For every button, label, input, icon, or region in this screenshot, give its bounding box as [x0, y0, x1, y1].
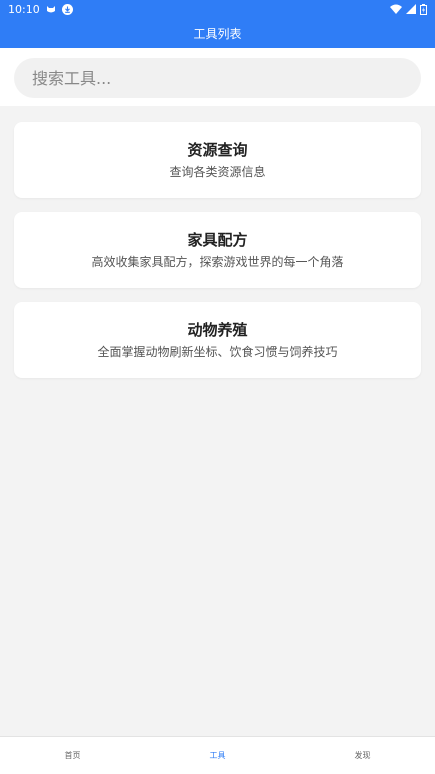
tool-card-resource-query[interactable]: 资源查询 查询各类资源信息	[14, 122, 421, 198]
bottom-nav: 首页 工具 发现	[0, 736, 435, 774]
nav-item-label: 工具	[209, 751, 226, 760]
battery-icon	[420, 3, 427, 15]
tool-card-title: 家具配方	[187, 231, 248, 249]
nav-item-discover[interactable]: 发现	[290, 737, 435, 774]
status-bar: 10:10	[0, 0, 435, 18]
tool-card-description: 查询各类资源信息	[169, 165, 266, 179]
status-time: 10:10	[8, 2, 40, 16]
wifi-icon	[390, 4, 402, 14]
tool-card-animal-breeding[interactable]: 动物养殖 全面掌握动物刷新坐标、饮食习惯与饲养技巧	[14, 302, 421, 378]
page-title: 工具列表	[193, 26, 242, 41]
tool-card-furniture-recipes[interactable]: 家具配方 高效收集家具配方，探索游戏世界的每一个角落	[14, 212, 421, 288]
nav-item-label: 首页	[64, 751, 81, 760]
tool-card-description: 全面掌握动物刷新坐标、饮食习惯与饲养技巧	[97, 345, 338, 359]
status-left: 10:10	[8, 3, 73, 16]
tool-card-description: 高效收集家具配方，探索游戏世界的每一个角落	[91, 255, 344, 269]
app-bar: 工具列表	[0, 18, 435, 48]
tool-card-title: 动物养殖	[187, 321, 248, 339]
tool-card-title: 资源查询	[187, 141, 248, 159]
status-right	[390, 3, 427, 15]
download-icon	[61, 3, 73, 15]
nav-item-label: 发现	[354, 751, 371, 760]
signal-icon	[406, 4, 416, 14]
notification-cat-icon	[46, 4, 56, 14]
nav-item-home[interactable]: 首页	[0, 737, 145, 774]
search-area	[0, 48, 435, 106]
nav-item-tools[interactable]: 工具	[145, 737, 290, 774]
search-input[interactable]	[14, 58, 421, 98]
